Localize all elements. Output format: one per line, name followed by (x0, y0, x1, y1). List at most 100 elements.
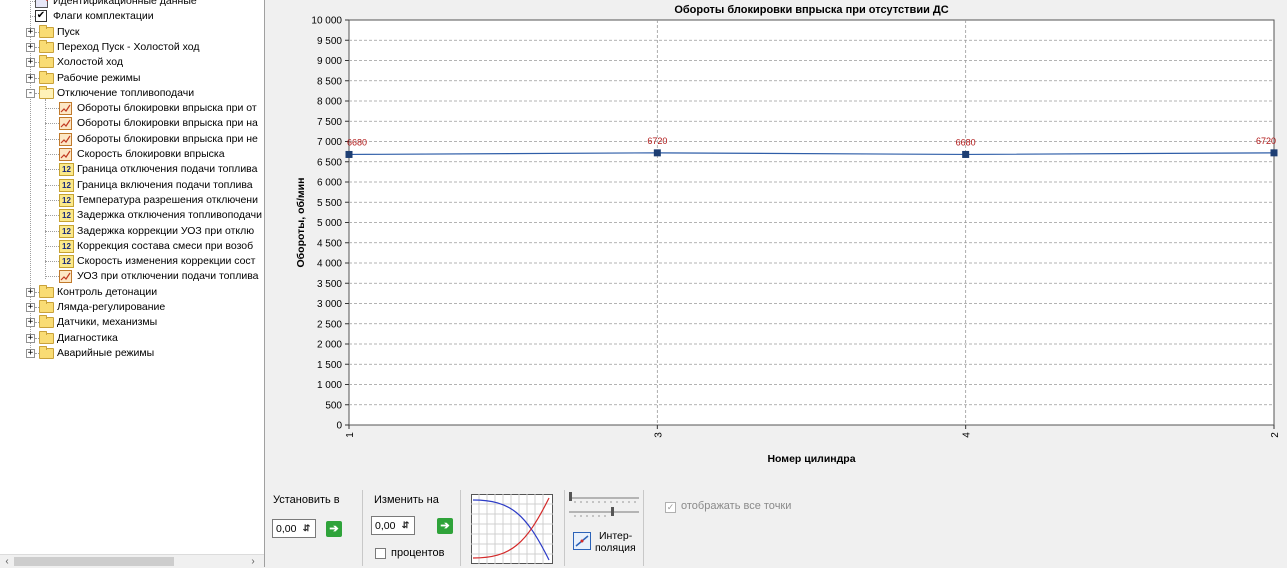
smoothing-slider-icon[interactable] (567, 492, 641, 520)
y-tick-label: 9 500 (317, 36, 342, 47)
y-tick-label: 3 500 (317, 279, 342, 290)
tree-leaf-node[interactable]: Обороты блокировки впрыска при на (0, 116, 265, 131)
tree-leaf-node[interactable]: Обороты блокировки впрыска при не (0, 132, 265, 147)
spin-updown-icon[interactable]: ⇵ (299, 521, 314, 536)
tree-leaf-node[interactable]: ✔ Флаги комплектации (0, 9, 265, 24)
tree-leaf-node[interactable]: 12 Коррекция состава смеси при возоб (0, 239, 265, 254)
tree-leaf-node[interactable]: 12 Граница включения подачи топлива (0, 178, 265, 193)
tree-node-label: Скорость изменения коррекции сост (77, 255, 256, 268)
settings-tree[interactable]: Идентификационные данные ✔ Флаги комплекта… (0, 0, 265, 567)
y-tick-label: 8 000 (317, 97, 342, 108)
set-to-spinbox[interactable]: ⇵ (272, 519, 316, 538)
tree-folder-node[interactable]: + Пуск (0, 24, 265, 40)
expand-icon[interactable]: + (26, 27, 35, 37)
folder-icon (39, 345, 54, 359)
show-all-points-checkbox[interactable]: ✓ (665, 502, 676, 513)
y-tick-label: 0 (336, 421, 342, 432)
tree-leaf-node[interactable]: Идентификационные данные (0, 0, 265, 9)
expand-icon[interactable]: + (26, 73, 35, 83)
tree-connector-line (45, 138, 59, 140)
y-tick-label: 500 (325, 400, 342, 411)
tree-node-label: Аварийные режимы (57, 346, 155, 359)
tree-leaf-node[interactable]: 12 Скорость изменения коррекции сост (0, 254, 265, 269)
tree-connector-line (45, 184, 59, 186)
expand-icon[interactable]: + (26, 318, 35, 328)
tree-connector-line (45, 215, 59, 217)
tree-leaf-node[interactable]: 12 Граница отключения подачи топлива (0, 162, 265, 177)
tree-node-label: Температура разрешения отключени (77, 193, 258, 206)
y-tick-label: 6 000 (317, 178, 342, 189)
tree-folder-node[interactable]: + Переход Пуск - Холостой ход (0, 39, 265, 55)
tree-folder-node[interactable]: + Рабочие режимы (0, 70, 265, 86)
tree-leaf-node[interactable]: Обороты блокировки впрыска при от (0, 101, 265, 116)
tree-node-label: Скорость блокировки впрыска (77, 148, 225, 160)
change-by-spinbox[interactable]: ⇵ (371, 516, 415, 535)
tree-folder-node[interactable]: + Лямда-регулирование (0, 300, 265, 315)
tree-node-label: Обороты блокировки впрыска при не (77, 132, 258, 145)
tree-folder-node[interactable]: + Датчики, механизмы (0, 315, 265, 330)
expand-icon[interactable]: + (26, 287, 35, 297)
tree-connector-line (45, 199, 59, 201)
tree-node-label: Рабочие режимы (57, 71, 141, 84)
tree-node-label: Пуск (57, 25, 80, 38)
tree-leaf-node[interactable]: УОЗ при отключении подачи топлива (0, 269, 265, 284)
apply-change-by-button[interactable]: ➔ (437, 518, 453, 534)
percent-checkbox[interactable] (375, 548, 386, 559)
tree-folder-node[interactable]: + Контроль детонации (0, 284, 265, 300)
chart-panel: 0 500 1 000 1 500 2 000 2 500 3 000 3 500 4 000 4… (266, 0, 1287, 478)
chart-icon (59, 117, 72, 131)
tree-node-label: Обороты блокировки впрыска при от (77, 102, 257, 115)
set-to-caption: Установить в (273, 494, 340, 506)
y-axis-title: Обороты, об/мин (295, 178, 307, 268)
tree-folder-node[interactable]: + Холостой ход (0, 55, 265, 70)
data-point-label: 6720 (1256, 136, 1276, 146)
scroll-left-icon[interactable]: ‹ (0, 555, 14, 568)
x-tick-label: 2 (1270, 432, 1281, 438)
change-by-input[interactable] (373, 518, 399, 533)
change-by-group: Изменить на ⇵ ➔ процентов (363, 490, 461, 566)
apply-set-to-button[interactable]: ➔ (326, 521, 342, 537)
collapse-icon[interactable]: - (26, 88, 35, 98)
curve-preset-button[interactable] (471, 494, 553, 564)
y-tick-label: 1 500 (317, 360, 342, 371)
data-point-marker (653, 149, 661, 157)
data-point-label: 6720 (647, 136, 667, 146)
y-tick-label: 2 500 (317, 319, 342, 330)
y-tick-label: 4 500 (317, 238, 342, 249)
tree-leaf-node[interactable]: 12 Температура разрешения отключени (0, 193, 265, 208)
spin-updown-icon[interactable]: ⇵ (398, 518, 413, 533)
x-tick-label: 3 (653, 432, 664, 438)
interpolation-label-1: Интер- (599, 530, 633, 542)
interpolation-label-2: поляция (595, 542, 636, 554)
chart-title: Обороты блокировки впрыска при отсутстви… (674, 4, 948, 16)
folder-icon (39, 55, 54, 69)
tree-node-label: Диагностика (57, 331, 118, 344)
y-tick-label: 2 000 (317, 340, 342, 351)
tree-leaf-node[interactable]: 12 Задержка отключения топливоподачи (0, 208, 265, 223)
scrollbar-thumb[interactable] (14, 557, 174, 566)
tree-folder-node[interactable]: + Аварийные режимы (0, 345, 265, 361)
set-to-input[interactable] (274, 521, 300, 536)
tree-node-label: Лямда-регулирование (57, 301, 166, 313)
tree-connector-line (45, 123, 59, 125)
data-point-label: 6680 (347, 137, 367, 147)
tree-horizontal-scrollbar[interactable]: ‹ › (0, 554, 264, 567)
tree-connector-line (45, 276, 59, 278)
scroll-right-icon[interactable]: › (246, 555, 260, 568)
expand-icon[interactable]: + (26, 42, 35, 52)
tree-connector-line (45, 245, 59, 247)
interpolation-icon[interactable] (573, 532, 591, 550)
expand-icon[interactable]: + (26, 58, 35, 68)
expand-icon[interactable]: + (26, 333, 35, 343)
expand-icon[interactable]: + (26, 303, 35, 312)
tree-node-label: Граница отключения подачи топлива (77, 163, 258, 176)
expand-icon[interactable]: + (26, 348, 35, 358)
y-tick-label: 4 000 (317, 259, 342, 270)
folder-icon (39, 330, 54, 344)
tree-folder-node[interactable]: - Отключение топливоподачи (0, 85, 265, 101)
number-icon: 12 (59, 239, 74, 253)
tree-leaf-node[interactable]: Скорость блокировки впрыска (0, 147, 265, 162)
tree-leaf-node[interactable]: 12 Задержка коррекции УОЗ при отклю (0, 224, 265, 239)
tree-folder-node[interactable]: + Диагностика (0, 330, 265, 346)
tree-node-label: Флаги комплектации (53, 10, 154, 23)
